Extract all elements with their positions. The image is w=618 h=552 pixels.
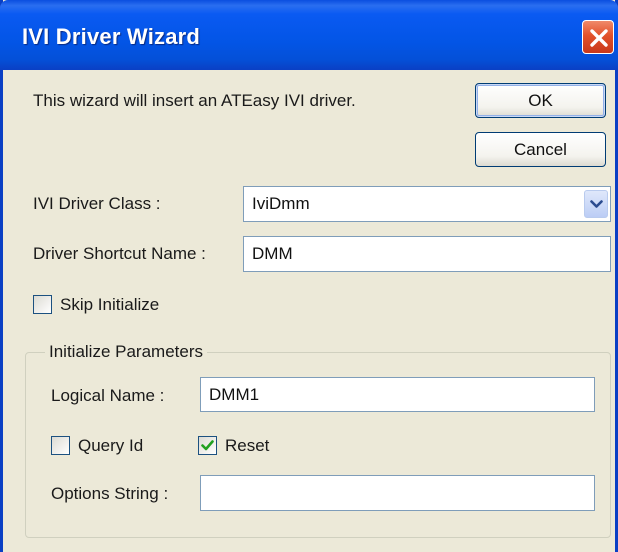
options-string-label: Options String : (51, 484, 169, 503)
ivi-driver-wizard-dialog: IVI Driver Wizard This wizard will inser… (0, 0, 618, 552)
skip-initialize-checkbox[interactable] (33, 295, 52, 314)
options-string-field[interactable] (200, 475, 595, 511)
cancel-button[interactable]: Cancel (475, 132, 606, 167)
reset-checkbox[interactable] (198, 436, 217, 455)
driver-class-label: IVI Driver Class : (33, 194, 161, 213)
logical-name-field[interactable] (200, 377, 595, 412)
skip-initialize-label: Skip Initialize (60, 295, 160, 314)
shortcut-name-label: Driver Shortcut Name : (33, 244, 206, 263)
logical-name-label: Logical Name : (51, 386, 165, 405)
query-id-label: Query Id (78, 436, 144, 455)
reset-label: Reset (225, 436, 270, 455)
intro-text: This wizard will insert an ATEasy IVI dr… (33, 91, 356, 110)
driver-class-combobox[interactable]: IviDmm (243, 186, 611, 222)
chevron-down-icon (590, 200, 603, 208)
ok-button[interactable]: OK (475, 83, 606, 118)
query-id-checkbox[interactable] (51, 436, 70, 455)
window-title: IVI Driver Wizard (22, 24, 201, 49)
close-button[interactable] (582, 20, 614, 54)
initialize-parameters-title: Initialize Parameters (45, 342, 208, 362)
shortcut-name-field[interactable] (243, 236, 611, 272)
title-bar[interactable]: IVI Driver Wizard (0, 0, 618, 70)
driver-class-dropdown-button[interactable] (584, 190, 608, 218)
close-icon (590, 29, 608, 47)
driver-class-value: IviDmm (252, 194, 310, 213)
checkmark-icon (201, 440, 214, 451)
